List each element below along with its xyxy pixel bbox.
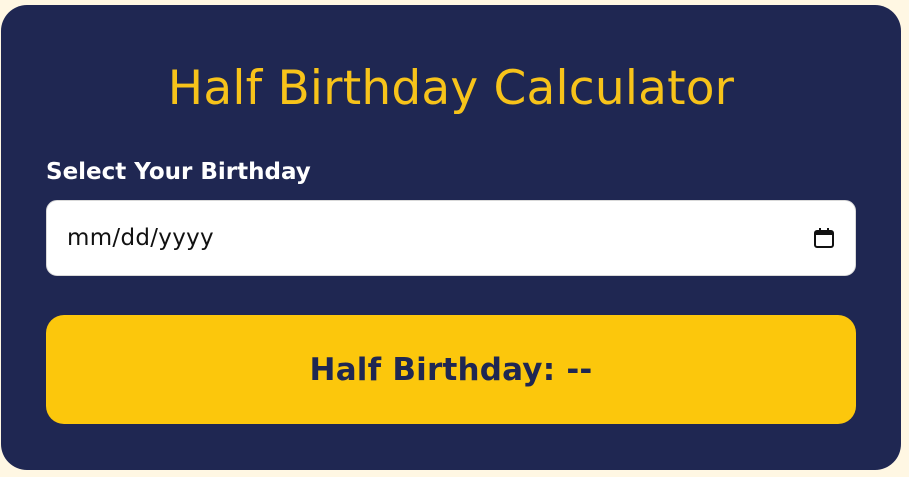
half-birthday-result: Half Birthday: --: [46, 315, 856, 424]
page-title: Half Birthday Calculator: [167, 61, 735, 116]
calculator-card: Half Birthday Calculator Select Your Bir…: [1, 5, 901, 470]
result-prefix: Half Birthday:: [309, 351, 556, 388]
date-placeholder: mm/dd/yyyy: [67, 225, 214, 251]
result-value: --: [566, 351, 593, 388]
birthday-label: Select Your Birthday: [46, 159, 311, 185]
calendar-icon-glyph: [814, 228, 834, 248]
birthday-date-input[interactable]: mm/dd/yyyy: [46, 200, 856, 276]
result-spacer: [555, 352, 566, 388]
calendar-icon[interactable]: [813, 227, 835, 249]
